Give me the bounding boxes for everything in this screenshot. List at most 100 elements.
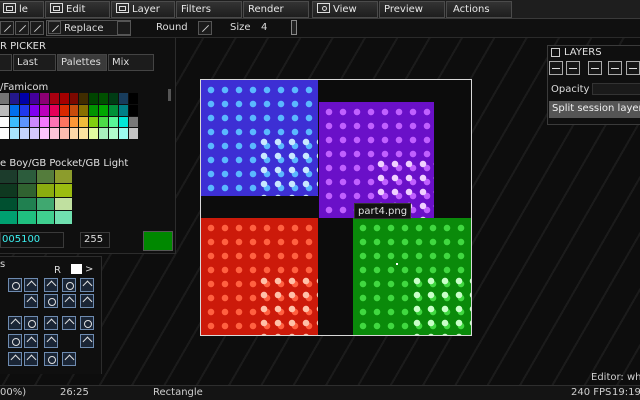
palette-swatch[interactable]: [0, 183, 18, 197]
tool-button[interactable]: [80, 334, 94, 348]
palette-swatch[interactable]: [0, 197, 18, 211]
swap-colors-icon[interactable]: >: [85, 264, 93, 275]
palette-swatch[interactable]: [0, 170, 18, 183]
palette-swatch[interactable]: [69, 93, 79, 104]
palette-swatch[interactable]: [18, 197, 36, 211]
option-toggle-2[interactable]: [15, 21, 29, 35]
part-purple[interactable]: [319, 102, 434, 218]
tab-mix[interactable]: Mix: [108, 54, 154, 71]
tool-button[interactable]: [24, 352, 38, 366]
palette-swatch[interactable]: [0, 211, 18, 224]
part-green[interactable]: [353, 218, 471, 335]
opacity-slider[interactable]: [592, 83, 640, 95]
palette-swatch[interactable]: [39, 104, 49, 116]
palette-swatch[interactable]: [109, 104, 119, 116]
layer-row[interactable]: Split session layer: [549, 101, 640, 118]
palette-swatch[interactable]: [18, 170, 36, 183]
menu-file[interactable]: le: [0, 1, 44, 18]
palette-swatch[interactable]: [19, 93, 29, 104]
image-canvas[interactable]: [200, 79, 472, 336]
palette-swatch[interactable]: [79, 116, 89, 128]
palette-swatch[interactable]: [54, 197, 72, 211]
palette-swatch[interactable]: [89, 93, 99, 104]
palette-swatch[interactable]: [19, 104, 29, 116]
palette-swatch[interactable]: [9, 93, 19, 104]
palette-swatch[interactable]: [119, 128, 129, 139]
tool-button[interactable]: [8, 316, 22, 330]
tool-button[interactable]: [8, 352, 22, 366]
tool-button[interactable]: [24, 278, 38, 292]
layer-add-button[interactable]: [549, 61, 563, 75]
palette-swatch[interactable]: [36, 197, 54, 211]
tool-button[interactable]: [62, 278, 76, 292]
tool-button[interactable]: [80, 294, 94, 308]
current-color-swatch[interactable]: [143, 231, 173, 251]
layer-merge-button[interactable]: [626, 61, 640, 75]
tool-button[interactable]: [62, 352, 76, 366]
palette-swatch[interactable]: [36, 211, 54, 224]
palette-swatch[interactable]: [129, 104, 138, 116]
palette-swatch[interactable]: [79, 104, 89, 116]
palette-swatch[interactable]: [109, 128, 119, 139]
palette-swatch[interactable]: [99, 93, 109, 104]
palette-swatch[interactable]: [19, 128, 29, 139]
palette-swatch[interactable]: [59, 116, 69, 128]
palette-swatch[interactable]: [9, 104, 19, 116]
palette-swatch[interactable]: [99, 104, 109, 116]
palette-swatch[interactable]: [109, 93, 119, 104]
palette-swatch[interactable]: [49, 93, 59, 104]
option-toggle-1[interactable]: [0, 21, 14, 35]
tool-button[interactable]: [24, 294, 38, 308]
palette-swatch[interactable]: [89, 104, 99, 116]
palette-swatch[interactable]: [18, 183, 36, 197]
menu-layer[interactable]: Layer: [111, 1, 175, 18]
tool-button[interactable]: [8, 334, 22, 348]
tool-button[interactable]: [44, 334, 58, 348]
palette-swatch[interactable]: [39, 128, 49, 139]
palette-swatch[interactable]: [36, 183, 54, 197]
palette-swatch[interactable]: [79, 128, 89, 139]
menu-preview[interactable]: Preview: [379, 1, 445, 18]
palette-swatch[interactable]: [9, 116, 19, 128]
palette-swatch[interactable]: [36, 170, 54, 183]
foreground-color-swatch[interactable]: [71, 264, 82, 274]
palette-swatch[interactable]: [59, 128, 69, 139]
palette-swatch[interactable]: [109, 116, 119, 128]
menu-render[interactable]: Render: [243, 1, 309, 18]
palette-swatch[interactable]: [119, 93, 129, 104]
palette-swatch[interactable]: [39, 116, 49, 128]
part-blue[interactable]: [201, 80, 318, 196]
palette-swatch[interactable]: [99, 128, 109, 139]
palette-swatch[interactable]: [29, 116, 39, 128]
palette-swatch[interactable]: [49, 116, 59, 128]
palette-swatch[interactable]: [129, 116, 138, 128]
hex-input[interactable]: 005100: [0, 232, 64, 248]
palette-swatch[interactable]: [54, 170, 72, 183]
palette-swatch[interactable]: [0, 93, 9, 104]
round-toggle[interactable]: [198, 21, 212, 35]
tab-last[interactable]: Last: [13, 54, 56, 71]
palette-swatch[interactable]: [89, 116, 99, 128]
palette-swatch[interactable]: [79, 93, 89, 104]
palette-swatch[interactable]: [69, 128, 79, 139]
tool-button[interactable]: [62, 294, 76, 308]
tool-button[interactable]: [44, 278, 58, 292]
palette-swatch[interactable]: [54, 183, 72, 197]
size-slider-handle[interactable]: [291, 20, 297, 35]
menu-view[interactable]: View: [312, 1, 378, 18]
option-toggle-3[interactable]: [30, 21, 44, 35]
part-red[interactable]: [201, 218, 318, 335]
palette-swatch[interactable]: [99, 116, 109, 128]
palette-swatch[interactable]: [29, 128, 39, 139]
palette-swatch[interactable]: [59, 93, 69, 104]
palette-scrollbar[interactable]: [168, 89, 171, 101]
palette-swatch[interactable]: [119, 104, 129, 116]
tool-button[interactable]: [8, 278, 22, 292]
palette-swatch[interactable]: [49, 104, 59, 116]
palette-swatch[interactable]: [39, 93, 49, 104]
tool-button[interactable]: [44, 352, 58, 366]
palette-swatch[interactable]: [129, 93, 138, 104]
tool-button[interactable]: [44, 316, 58, 330]
palette-swatch[interactable]: [18, 211, 36, 224]
palette-swatch[interactable]: [19, 116, 29, 128]
